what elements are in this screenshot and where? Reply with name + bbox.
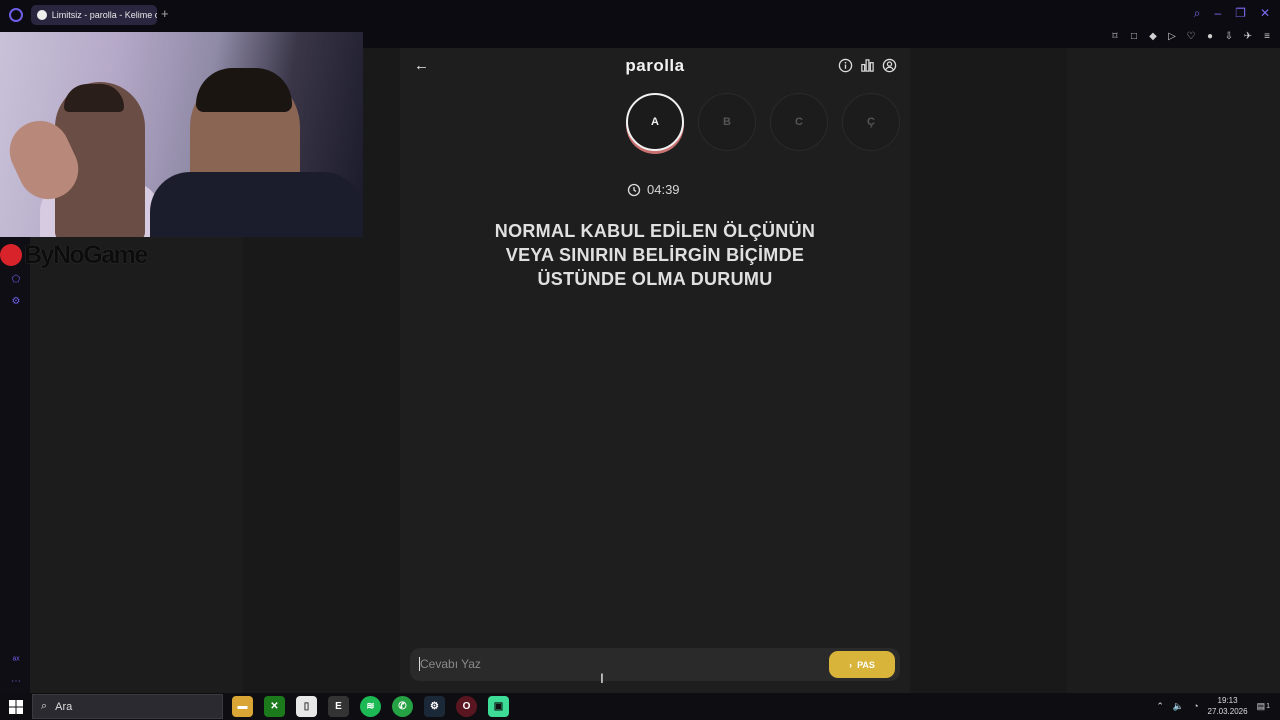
question-text: NORMAL KABUL EDİLEN ÖLÇÜNÜN VEYA SINIRIN… xyxy=(455,219,855,291)
sidebar-more-icon[interactable]: ⋯ xyxy=(10,676,22,688)
file-explorer-icon[interactable]: ▬ xyxy=(232,696,253,717)
toolbar-icons: ⌑ □ ◆ ▷ ♡ ● ⇩ ✈ ≡ xyxy=(1110,30,1272,44)
spotify-icon[interactable]: ≋ xyxy=(360,696,381,717)
webcam-figure xyxy=(64,84,124,112)
minimize-icon[interactable]: – xyxy=(1214,6,1221,21)
chevron-right-icon: › xyxy=(849,659,853,670)
question-line: NORMAL KABUL EDİLEN ÖLÇÜNÜN xyxy=(494,221,816,241)
notification-icon[interactable]: ▤ xyxy=(1257,701,1266,712)
ai-icon[interactable]: ✈ xyxy=(1243,32,1253,42)
user-icon[interactable] xyxy=(882,58,897,73)
volume-icon[interactable]: 🔈 xyxy=(1173,701,1184,712)
back-arrow-icon[interactable]: ← xyxy=(414,58,430,74)
brand-text: ByNoGame xyxy=(24,240,148,269)
letter-b: B xyxy=(698,93,756,151)
tray-chevron-icon[interactable]: ⌃ xyxy=(1156,701,1164,712)
answer-bar: › PAS xyxy=(410,648,900,681)
menu-icon[interactable]: ≡ xyxy=(1262,32,1272,42)
pass-button[interactable]: › PAS xyxy=(829,651,895,678)
header-icons xyxy=(838,58,897,73)
taskbar-apps: ▬ ✕ ▯ E ≋ ✆ ⚙ O ▣ xyxy=(232,696,509,717)
tab-favicon-icon xyxy=(37,10,47,20)
wifi-icon[interactable]: ◔ xyxy=(1193,701,1198,711)
windows-start-icon[interactable] xyxy=(9,700,23,714)
heart-icon[interactable]: ♡ xyxy=(1186,32,1196,42)
system-tray: ⌃ 🔈 ◔ 19:13 27.03.2026 ▤ 1 xyxy=(1156,695,1270,717)
steam-icon[interactable]: ⚙ xyxy=(424,696,445,717)
question-line: VEYA SINIRIN BELİRGİN BİÇİMDE xyxy=(505,245,805,265)
close-icon[interactable]: ✕ xyxy=(1260,6,1270,21)
taskbar-search[interactable]: ⌕ Ara xyxy=(32,694,223,719)
stats-icon[interactable] xyxy=(860,58,875,73)
letter-a: A xyxy=(626,93,684,151)
search-label: Ara xyxy=(55,700,73,713)
taskbar-clock[interactable]: 19:13 27.03.2026 xyxy=(1208,695,1248,717)
clock-icon xyxy=(627,183,641,196)
brand-logo-icon xyxy=(0,244,22,266)
browser-titlebar: Limitsiz - parolla - Kelime o + ⌕ – ❐ ✕ xyxy=(0,0,1280,30)
epic-games-icon[interactable]: E xyxy=(328,696,349,717)
restore-icon[interactable]: ❐ xyxy=(1235,6,1246,21)
snapshot-icon[interactable]: □ xyxy=(1129,32,1139,42)
page-far-right-panel xyxy=(1067,48,1280,693)
profile-icon[interactable]: ● xyxy=(1205,32,1215,42)
notification-count: 1 xyxy=(1266,702,1270,710)
search-tabs-icon[interactable]: ⌕ xyxy=(1194,6,1201,21)
clock-time: 19:13 xyxy=(1217,696,1238,705)
webcam-figure xyxy=(150,172,363,237)
bookmark-icon[interactable]: ⌑ xyxy=(1110,32,1120,42)
windows-taskbar: ⌕ Ara ▬ ✕ ▯ E ≋ ✆ ⚙ O ▣ ⌃ 🔈 ◔ 19:13 27.0… xyxy=(0,693,1280,720)
pass-label: PAS xyxy=(857,659,875,670)
page-title: parolla xyxy=(625,56,685,75)
xbox-icon[interactable]: ✕ xyxy=(264,696,285,717)
whatsapp-icon[interactable]: ✆ xyxy=(392,696,413,717)
shield-icon[interactable]: ◆ xyxy=(1148,32,1158,42)
emulator-icon[interactable]: ▣ xyxy=(488,696,509,717)
brand-watermark: ByNoGame xyxy=(0,240,148,270)
question-line: ÜSTÜNDE OLMA DURUMU xyxy=(537,269,773,289)
download-icon[interactable]: ⇩ xyxy=(1224,32,1234,42)
text-cursor-icon: I xyxy=(600,670,604,686)
tab-title: Limitsiz - parolla - Kelime o xyxy=(51,10,157,20)
play-icon[interactable]: ▷ xyxy=(1167,32,1177,42)
sidebar-messenger-icon[interactable]: ⬠ xyxy=(10,274,22,286)
timer-value: 04:39 xyxy=(647,182,680,197)
search-icon: ⌕ xyxy=(41,700,48,712)
text-caret xyxy=(419,657,420,671)
info-icon[interactable] xyxy=(838,58,853,73)
sidebar-settings-icon[interactable]: ⚙ xyxy=(10,296,22,308)
page-right-panel xyxy=(910,48,1067,693)
browser-tab[interactable]: Limitsiz - parolla - Kelime o xyxy=(31,5,157,25)
letter-c: C xyxy=(770,93,828,151)
opera-logo-icon[interactable] xyxy=(9,8,23,22)
webcam-overlay xyxy=(0,32,363,237)
webcam-figure xyxy=(196,68,292,112)
notes-icon[interactable]: ▯ xyxy=(296,696,317,717)
answer-input[interactable] xyxy=(420,654,820,674)
timer: 04:39 xyxy=(627,182,680,197)
clock-date: 27.03.2026 xyxy=(1207,707,1248,716)
new-tab-button[interactable]: + xyxy=(161,7,169,21)
sidebar-ai-icon[interactable]: ᵃˣ xyxy=(10,655,22,667)
opera-icon[interactable]: O xyxy=(456,696,477,717)
window-controls: ⌕ – ❐ ✕ xyxy=(1194,6,1270,21)
letter-c-cedilla: Ç xyxy=(842,93,900,151)
